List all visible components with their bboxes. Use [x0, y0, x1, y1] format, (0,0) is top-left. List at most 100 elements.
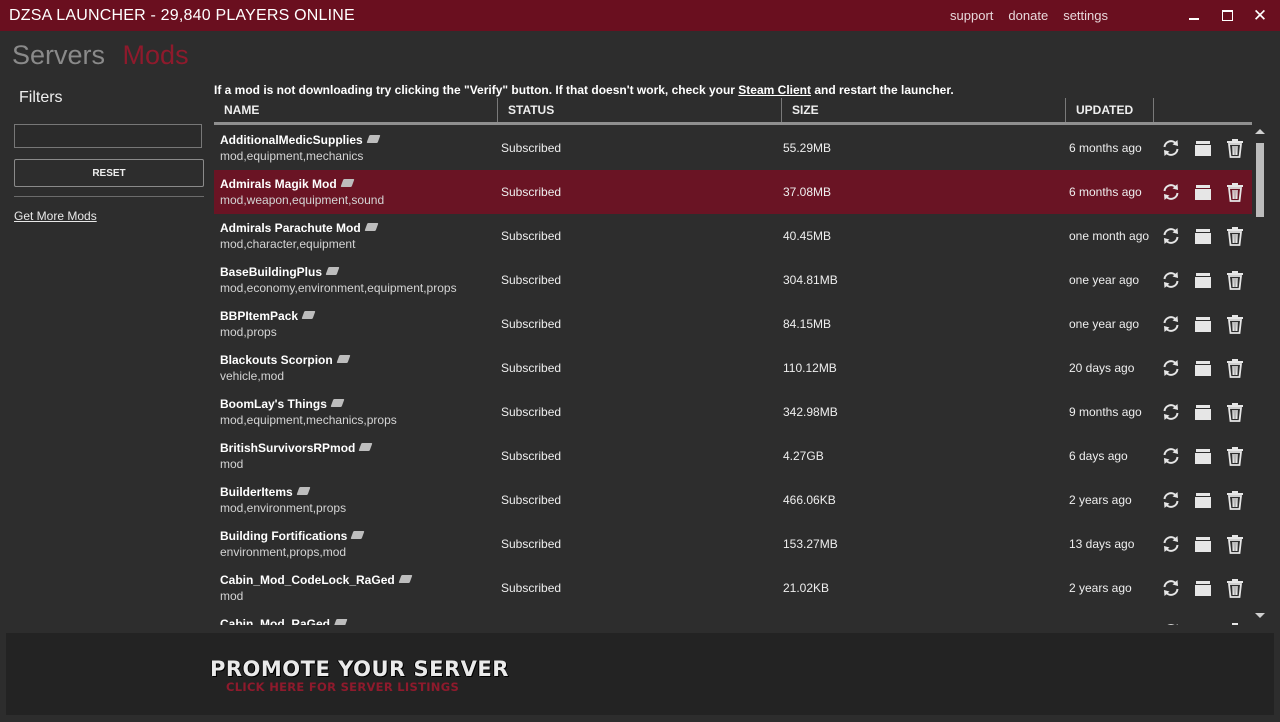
table-row[interactable]: BoomLay's Things mod,equipment,mechanics,…	[214, 390, 1252, 434]
verify-button[interactable]	[1160, 621, 1182, 625]
steam-icon[interactable]	[364, 222, 379, 231]
steam-icon[interactable]	[296, 486, 311, 495]
verify-button[interactable]	[1160, 445, 1182, 467]
mod-size: 342.98MB	[783, 405, 838, 419]
steam-icon[interactable]	[358, 442, 373, 451]
sidebar-divider	[14, 196, 204, 197]
folder-icon	[1192, 537, 1214, 559]
steam-client-link[interactable]: Steam Client	[738, 83, 811, 97]
delete-button[interactable]	[1224, 357, 1246, 379]
column-header-size[interactable]: SIZE	[782, 98, 1066, 122]
open-folder-button[interactable]	[1192, 225, 1214, 247]
minimize-button[interactable]	[1178, 0, 1210, 31]
delete-button[interactable]	[1224, 269, 1246, 291]
open-folder-button[interactable]	[1192, 313, 1214, 335]
verify-button[interactable]	[1160, 313, 1182, 335]
column-header-name[interactable]: NAME	[214, 98, 498, 122]
delete-button[interactable]	[1224, 181, 1246, 203]
delete-button[interactable]	[1224, 577, 1246, 599]
mod-name: Cabin_Mod_RaGed	[220, 617, 348, 625]
table-row[interactable]: BuilderItems mod,environment,props Subscri…	[214, 478, 1252, 522]
delete-button[interactable]	[1224, 621, 1246, 625]
delete-button[interactable]	[1224, 137, 1246, 159]
open-folder-button[interactable]	[1192, 269, 1214, 291]
delete-button[interactable]	[1224, 533, 1246, 555]
table-row[interactable]: Blackouts Scorpion vehicle,mod Subscribed 1…	[214, 346, 1252, 390]
open-folder-button[interactable]	[1192, 181, 1214, 203]
scroll-down-arrow-icon[interactable]	[1255, 613, 1265, 618]
row-actions	[1160, 269, 1250, 291]
table-row[interactable]: BBPItemPack mod,props Subscribed 84.15MB one…	[214, 302, 1252, 346]
steam-icon[interactable]	[301, 310, 316, 319]
scroll-thumb[interactable]	[1256, 143, 1264, 217]
close-button[interactable]: ✕	[1244, 0, 1276, 31]
verify-button[interactable]	[1160, 489, 1182, 511]
column-header-status[interactable]: STATUS	[498, 98, 782, 122]
verify-button[interactable]	[1160, 401, 1182, 423]
row-actions	[1160, 445, 1250, 467]
steam-icon[interactable]	[336, 354, 351, 363]
steam-icon[interactable]	[330, 398, 345, 407]
get-more-mods-link[interactable]: Get More Mods	[14, 209, 97, 223]
verify-button[interactable]	[1160, 269, 1182, 291]
maximize-button[interactable]	[1211, 0, 1243, 31]
open-folder-button[interactable]	[1192, 357, 1214, 379]
open-folder-button[interactable]	[1192, 137, 1214, 159]
steam-icon[interactable]	[333, 618, 348, 625]
verify-button[interactable]	[1160, 533, 1182, 555]
promo-title: PROMOTE YOUR SERVER	[210, 657, 509, 681]
support-link[interactable]: support	[950, 8, 993, 23]
verify-button[interactable]	[1160, 577, 1182, 599]
mod-tags: mod,character,equipment	[220, 237, 356, 251]
mod-name: AdditionalMedicSupplies	[220, 133, 381, 147]
tab-mods[interactable]: Mods	[123, 40, 189, 70]
verify-button[interactable]	[1160, 137, 1182, 159]
steam-icon[interactable]	[350, 530, 365, 539]
verify-button[interactable]	[1160, 357, 1182, 379]
row-actions	[1160, 489, 1250, 511]
mod-tags: mod,equipment,mechanics,props	[220, 413, 397, 427]
folder-icon	[1192, 273, 1214, 295]
open-folder-button[interactable]	[1192, 489, 1214, 511]
column-header-updated[interactable]: UPDATED	[1066, 98, 1154, 122]
delete-button[interactable]	[1224, 445, 1246, 467]
table-row[interactable]: Admirals Parachute Mod mod,character,equi…	[214, 214, 1252, 258]
open-folder-button[interactable]	[1192, 621, 1214, 625]
trash-icon	[1224, 315, 1246, 339]
open-folder-button[interactable]	[1192, 401, 1214, 423]
table-scrollbar[interactable]	[1253, 126, 1267, 623]
steam-icon[interactable]	[325, 266, 340, 275]
trash-icon	[1224, 447, 1246, 471]
delete-button[interactable]	[1224, 313, 1246, 335]
delete-button[interactable]	[1224, 489, 1246, 511]
promote-server-banner[interactable]: PROMOTE YOUR SERVER CLICK HERE FOR SERVE…	[210, 657, 509, 694]
mod-name-text: BuilderItems	[220, 485, 293, 499]
open-folder-button[interactable]	[1192, 577, 1214, 599]
reset-button[interactable]: RESET	[14, 159, 204, 187]
open-folder-button[interactable]	[1192, 445, 1214, 467]
table-row[interactable]: Cabin_Mod_CodeLock_RaGed mod Subscribed 21.…	[214, 566, 1252, 610]
mod-updated: 13 days ago	[1069, 537, 1135, 551]
table-row[interactable]: BritishSurvivorsRPmod mod Subscribed 4.27GB…	[214, 434, 1252, 478]
refresh-icon	[1160, 404, 1182, 427]
table-row[interactable]: BaseBuildingPlus mod,economy,environment,…	[214, 258, 1252, 302]
table-row[interactable]: AdditionalMedicSupplies mod,equipment,mec…	[214, 126, 1252, 170]
scroll-up-arrow-icon[interactable]	[1255, 129, 1265, 134]
table-row[interactable]: Cabin_Mod_RaGed	[214, 610, 1252, 625]
settings-link[interactable]: settings	[1063, 8, 1108, 23]
verify-button[interactable]	[1160, 181, 1182, 203]
open-folder-button[interactable]	[1192, 533, 1214, 555]
donate-link[interactable]: donate	[1008, 8, 1048, 23]
table-row[interactable]: Building Fortifications environment,props…	[214, 522, 1252, 566]
tab-servers[interactable]: Servers	[12, 40, 105, 70]
steam-icon[interactable]	[366, 134, 381, 143]
filter-input[interactable]	[14, 124, 202, 148]
verify-button[interactable]	[1160, 225, 1182, 247]
steam-icon[interactable]	[340, 178, 355, 187]
delete-button[interactable]	[1224, 401, 1246, 423]
table-row[interactable]: Admirals Magik Mod mod,weapon,equipment,s…	[214, 170, 1252, 214]
folder-icon	[1192, 405, 1214, 427]
delete-button[interactable]	[1224, 225, 1246, 247]
trash-icon	[1224, 403, 1246, 427]
steam-icon[interactable]	[398, 574, 413, 583]
